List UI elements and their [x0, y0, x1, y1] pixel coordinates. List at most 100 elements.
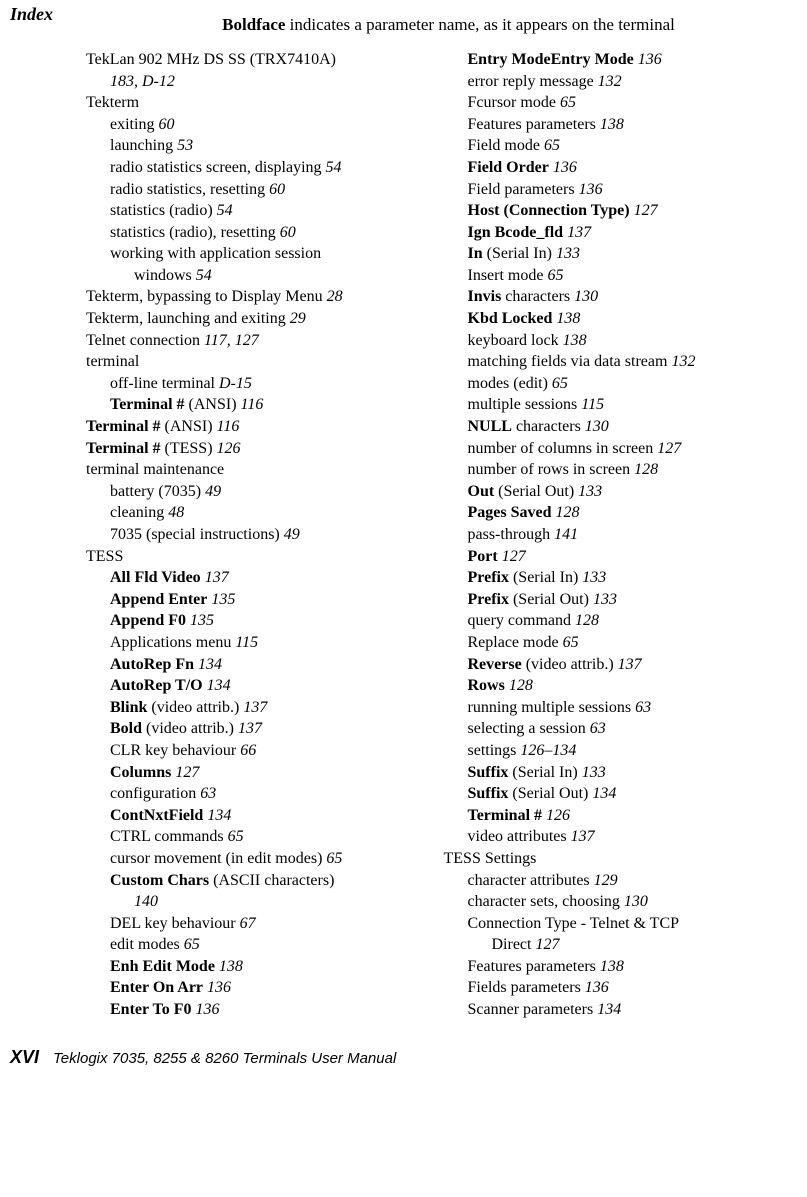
- page-ref: 126: [546, 807, 570, 824]
- page-ref: 137: [243, 699, 267, 716]
- page-ref: 136: [585, 979, 609, 996]
- entry-text: terminal maintenance: [86, 461, 224, 478]
- entry-text: selecting a session: [468, 720, 590, 737]
- index-entry: video attributes 137: [444, 826, 774, 848]
- index-entry: Prefix (Serial Out) 133: [444, 589, 774, 611]
- param-name: Columns: [110, 764, 171, 781]
- index-entry: running multiple sessions 63: [444, 697, 774, 719]
- index-entry: CLR key behaviour 66: [86, 740, 416, 762]
- page-ref: 137: [618, 656, 642, 673]
- entry-text: Applications menu: [110, 634, 235, 651]
- index-entry: Enter To F0 136: [86, 999, 416, 1021]
- param-name: Pages Saved: [468, 504, 552, 521]
- entry-text: (ASCII characters): [209, 872, 334, 889]
- param-name: Terminal #: [110, 396, 185, 413]
- index-entry: Bold (video attrib.) 137: [86, 718, 416, 740]
- entry-text: (video attrib.): [522, 656, 618, 673]
- entry-text: cleaning: [110, 504, 168, 521]
- entry-text: DEL key behaviour: [110, 915, 240, 932]
- index-entry: selecting a session 63: [444, 718, 774, 740]
- param-name: Ign Bcode_fld: [468, 224, 564, 241]
- entry-text: number of rows in screen: [468, 461, 635, 478]
- index-entry: Tekterm, bypassing to Display Menu 28: [86, 286, 416, 308]
- param-name: Enter On Arr: [110, 979, 203, 996]
- page-ref: 138: [556, 310, 580, 327]
- param-name: Port: [468, 548, 498, 565]
- param-name: Enter To F0: [110, 1001, 192, 1018]
- index-entry: AutoRep T/O 134: [86, 675, 416, 697]
- entry-text: TESS Settings: [444, 850, 537, 867]
- entry-text: configuration: [110, 785, 200, 802]
- entry-text: keyboard lock: [468, 332, 563, 349]
- page-ref: 28: [327, 288, 343, 305]
- index-entry: off-line terminal D-15: [86, 373, 416, 395]
- page-ref: 134: [198, 656, 222, 673]
- entry-text: video attributes: [468, 828, 571, 845]
- page-ref: 60: [280, 224, 296, 241]
- index-entry: TekLan 902 MHz DS SS (TRX7410A): [86, 49, 416, 71]
- param-name: Field Order: [468, 159, 549, 176]
- page-ref: 130: [574, 288, 598, 305]
- entry-text: matching fields via data stream: [468, 353, 672, 370]
- entry-text: exiting: [110, 116, 158, 133]
- entry-text: (Serial In): [509, 569, 582, 586]
- entry-text: Field mode: [468, 137, 544, 154]
- index-entry: Append Enter 135: [86, 589, 416, 611]
- param-name: Host (Connection Type): [468, 202, 630, 219]
- page-ref: 117, 127: [204, 332, 259, 349]
- param-name: Out: [468, 483, 495, 500]
- index-heading: Index: [10, 2, 53, 26]
- entry-text: working with application session: [110, 245, 321, 262]
- page-ref: 133: [556, 245, 580, 262]
- index-entry: radio statistics, resetting 60: [86, 179, 416, 201]
- param-name: Reverse: [468, 656, 522, 673]
- page-ref: 63: [590, 720, 606, 737]
- page-ref: 136: [553, 159, 577, 176]
- param-name: Bold: [110, 720, 142, 737]
- page-ref: 132: [598, 73, 622, 90]
- header-note: Boldface indicates a parameter name, as …: [120, 14, 777, 37]
- page-ref: 127: [502, 548, 526, 565]
- entry-text: Connection Type - Telnet & TCP: [468, 915, 680, 932]
- entry-text: (Serial Out): [508, 785, 592, 802]
- index-entry: working with application session: [86, 243, 416, 265]
- entry-text: CTRL commands: [110, 828, 228, 845]
- entry-text: character sets, choosing: [468, 893, 624, 910]
- param-name: Suffix: [468, 785, 509, 802]
- entry-text: Tekterm: [86, 94, 139, 111]
- entry-text: Features parameters: [468, 116, 600, 133]
- page-ref: 65: [326, 850, 342, 867]
- index-entry: Insert mode 65: [444, 265, 774, 287]
- header-note-bold: Boldface: [222, 15, 285, 34]
- page-ref: 54: [326, 159, 342, 176]
- param-name: In: [468, 245, 483, 262]
- entry-text: Tekterm, bypassing to Display Menu: [86, 288, 327, 305]
- page-ref: 126–134: [520, 742, 576, 759]
- manual-title: Teklogix 7035, 8255 & 8260 Terminals Use…: [53, 1049, 396, 1069]
- entry-text: pass-through: [468, 526, 555, 543]
- index-entry: Prefix (Serial In) 133: [444, 567, 774, 589]
- index-entry: battery (7035) 49: [86, 481, 416, 503]
- index-entry: Applications menu 115: [86, 632, 416, 654]
- param-name: Suffix: [468, 764, 509, 781]
- entry-text: settings: [468, 742, 521, 759]
- entry-text: Fcursor mode: [468, 94, 560, 111]
- index-entry: ContNxtField 134: [86, 805, 416, 827]
- index-entry: Terminal # 126: [444, 805, 774, 827]
- page-ref: 53: [177, 137, 193, 154]
- param-name: Invis: [468, 288, 502, 305]
- entry-text: (video attrib.): [147, 699, 243, 716]
- page-ref: 129: [594, 872, 618, 889]
- page-ref: 138: [600, 958, 624, 975]
- index-entry: multiple sessions 115: [444, 394, 774, 416]
- page-ref: 63: [200, 785, 216, 802]
- index-entry: Field mode 65: [444, 135, 774, 157]
- page-ref: 136: [196, 1001, 220, 1018]
- index-entry: Terminal # (ANSI) 116: [86, 416, 416, 438]
- page-ref: 140: [134, 893, 158, 910]
- index-entry: 7035 (special instructions) 49: [86, 524, 416, 546]
- page-ref: 138: [563, 332, 587, 349]
- index-entry: Enh Edit Mode 138: [86, 956, 416, 978]
- index-entry: radio statistics screen, displaying 54: [86, 157, 416, 179]
- index-entry: Fcursor mode 65: [444, 92, 774, 114]
